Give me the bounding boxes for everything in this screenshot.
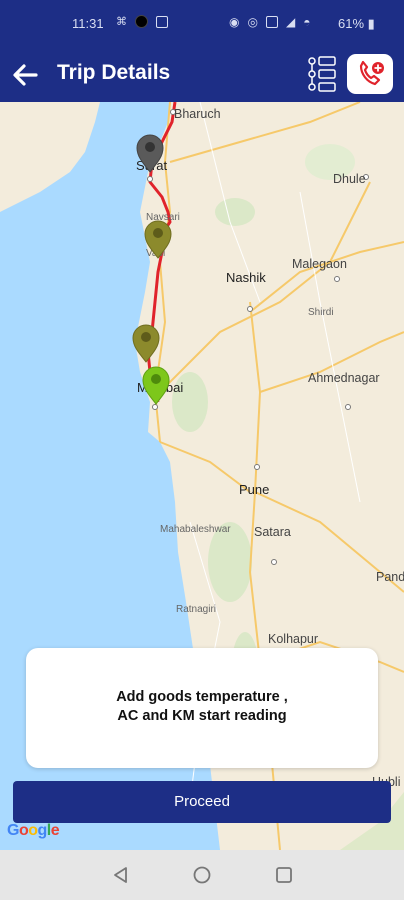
city-label: Ahmednagar xyxy=(308,371,380,385)
location-icon: ◉ xyxy=(229,15,240,29)
city-label: Nashik xyxy=(226,270,266,285)
circle-icon xyxy=(135,15,148,28)
battery-level: 61% xyxy=(338,16,365,31)
image-icon xyxy=(156,15,168,28)
call-button[interactable] xyxy=(347,54,393,94)
city-label: Dhule xyxy=(333,172,366,186)
city-label: Mumbai xyxy=(137,380,184,395)
city-label: Pand xyxy=(376,570,404,584)
city-label: Kolhapur xyxy=(268,632,319,646)
nfc-icon xyxy=(265,16,278,28)
city-label: Bharuch xyxy=(174,107,221,121)
city-label: Vapi xyxy=(146,248,166,259)
proceed-button[interactable]: Proceed xyxy=(13,781,391,823)
city-label: Navsari xyxy=(146,212,180,223)
city-label: Ratnagiri xyxy=(176,604,217,615)
city-label: Satara xyxy=(254,525,291,539)
signal-icon: ◢ xyxy=(285,15,296,29)
back-button[interactable] xyxy=(10,60,40,90)
arrow-left-icon xyxy=(13,64,38,86)
nav-recents-button[interactable] xyxy=(273,864,295,886)
phone-add-icon xyxy=(359,60,384,86)
status-bar: 11:31 ⌘ ◉ ◎ ◢ ◓ 61% ▮ xyxy=(0,0,404,48)
page-title: Trip Details xyxy=(57,61,171,84)
notification-icon: ⌘ xyxy=(116,16,127,28)
city-label: Shirdi xyxy=(308,307,334,318)
google-logo: Google xyxy=(7,822,60,839)
triangle-back-icon xyxy=(114,867,127,883)
card-message-line1: Add goods temperature , xyxy=(116,689,288,705)
wifi-icon: ◓ xyxy=(303,15,311,29)
city-label: Mahabaleshwar xyxy=(160,524,231,535)
city-label: Malegaon xyxy=(292,257,347,271)
app-bar: Trip Details xyxy=(0,48,404,102)
nav-home-button[interactable] xyxy=(191,864,213,886)
battery-icon: ▮ xyxy=(367,16,375,31)
nav-back-button[interactable] xyxy=(110,864,132,886)
square-recents-icon xyxy=(276,867,292,883)
circle-home-icon xyxy=(193,866,211,884)
city-label: Pune xyxy=(239,482,270,497)
hotspot-icon: ◎ xyxy=(247,15,258,29)
card-message-line2: AC and KM start reading xyxy=(117,708,287,724)
city-label: Surat xyxy=(136,158,168,173)
status-time: 11:31 xyxy=(72,16,104,31)
system-nav-bar xyxy=(0,850,404,900)
route-list-icon xyxy=(308,56,336,92)
route-list-button[interactable] xyxy=(307,56,337,92)
info-card: Add goods temperature , AC and KM start … xyxy=(26,648,378,768)
